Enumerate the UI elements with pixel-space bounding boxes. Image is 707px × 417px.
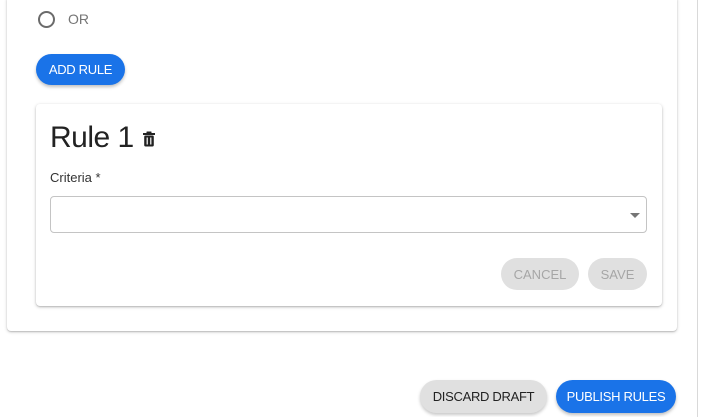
rule-title: Rule 1 <box>50 121 134 154</box>
criteria-select[interactable] <box>50 196 647 233</box>
cancel-button[interactable]: CANCEL <box>501 258 579 290</box>
page-edge-divider <box>697 0 698 417</box>
or-option-label: OR <box>68 11 89 27</box>
rule-header: Rule 1 <box>50 121 156 155</box>
discard-draft-button[interactable]: DISCARD DRAFT <box>420 380 547 413</box>
trash-icon[interactable] <box>142 131 156 147</box>
or-option[interactable]: OR <box>38 9 89 29</box>
dropdown-caret-icon <box>630 213 640 218</box>
publish-rules-button[interactable]: PUBLISH RULES <box>556 380 676 413</box>
save-button[interactable]: SAVE <box>588 258 647 290</box>
rules-panel: OR ADD RULE Rule 1 Criteria * CANCEL SAV… <box>7 0 677 331</box>
add-rule-button[interactable]: ADD RULE <box>36 54 125 85</box>
rule-card: Rule 1 Criteria * CANCEL SAVE <box>36 104 662 306</box>
rules-editor-page: OR ADD RULE Rule 1 Criteria * CANCEL SAV… <box>0 0 707 417</box>
criteria-label: Criteria * <box>50 170 101 185</box>
radio-button-or[interactable] <box>38 10 55 28</box>
